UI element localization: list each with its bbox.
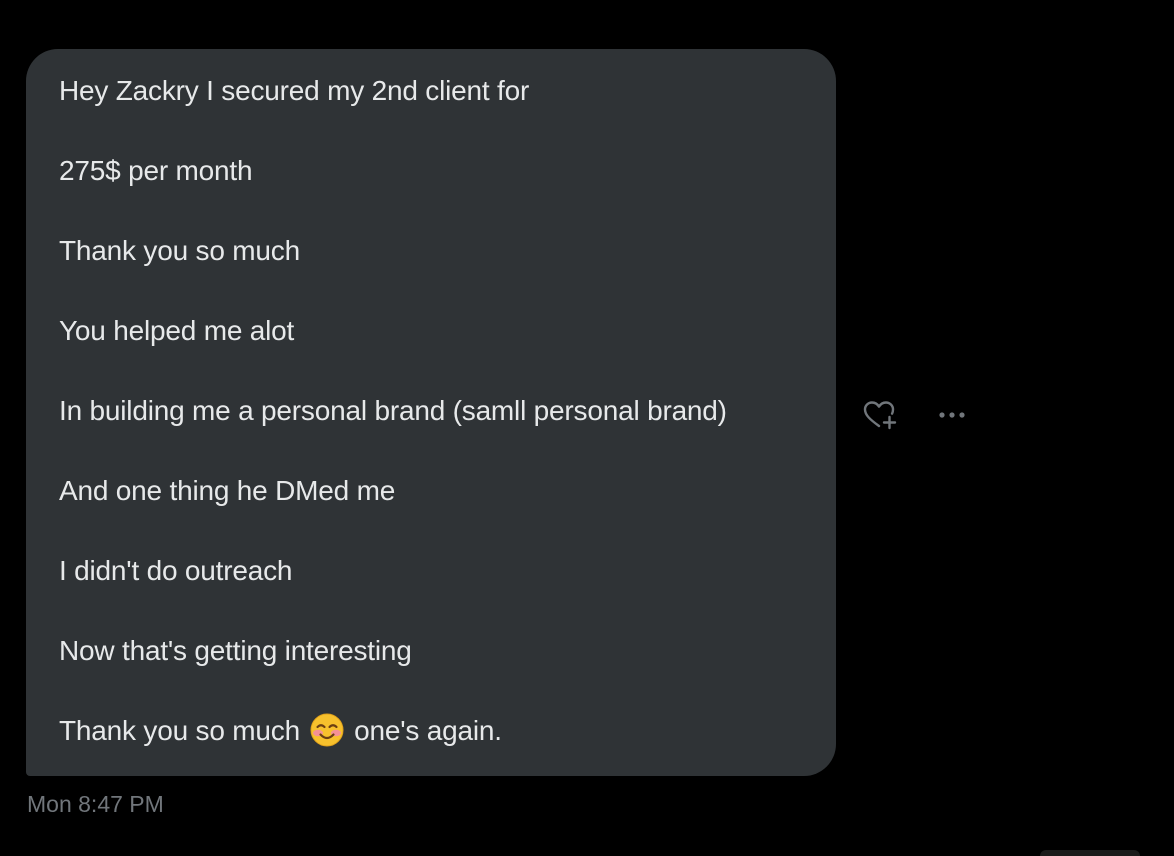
message-bubble[interactable]: Hey Zackry I secured my 2nd client for 2… — [26, 49, 836, 776]
message-line-last: Thank you so much one's again. — [59, 709, 836, 753]
message-text: one's again. — [354, 715, 502, 746]
message-timestamp: Mon 8:47 PM — [27, 791, 164, 817]
message-line: 275$ per month — [59, 155, 253, 186]
message-line: And one thing he DMed me — [59, 475, 396, 506]
message-line: You helped me alot — [59, 315, 295, 346]
add-reaction-button[interactable] — [860, 395, 900, 435]
message-line: I didn't do outreach — [59, 555, 293, 586]
message-line: Thank you so much — [59, 235, 300, 266]
more-options-button[interactable] — [932, 395, 972, 435]
smiling-face-with-blush-icon — [310, 713, 344, 747]
heart-plus-icon — [863, 401, 897, 430]
message-text: Thank you so much — [59, 715, 300, 746]
message-line: In building me a personal brand (samll p… — [59, 395, 727, 426]
partial-element — [1040, 850, 1140, 856]
message-line: Hey Zackry I secured my 2nd client for — [59, 75, 530, 106]
ellipsis-icon — [939, 412, 965, 418]
message-line: Now that's getting interesting — [59, 635, 412, 666]
